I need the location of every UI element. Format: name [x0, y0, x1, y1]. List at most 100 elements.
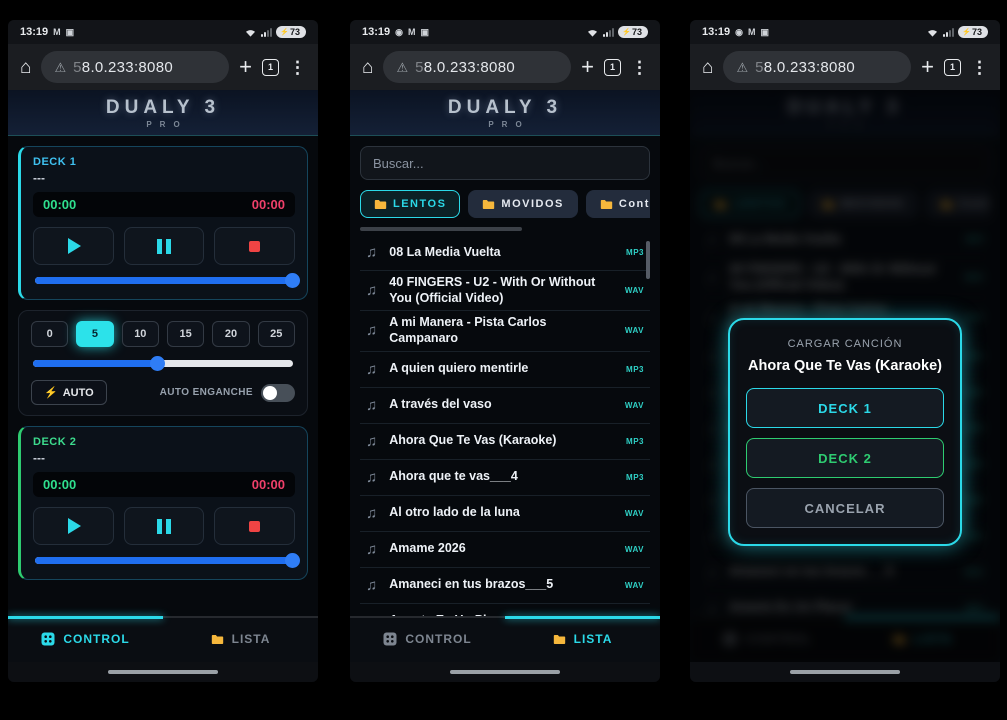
song-row[interactable]: ♫ Al otro lado de la luna WAV — [360, 496, 650, 532]
song-row[interactable]: ♫ Amarte Es Un Placer MP3 — [360, 604, 650, 617]
nav-tab-lista[interactable]: LISTA — [505, 616, 660, 662]
pause-icon — [157, 519, 171, 534]
tab-switcher-button[interactable]: 1 — [604, 59, 621, 76]
nav-tab-control[interactable]: CONTROL — [350, 616, 505, 662]
song-title: A mi Manera - Pista Carlos Campanaro — [389, 315, 613, 346]
site-warning-icon: ⚠ — [396, 61, 408, 74]
menu-icon[interactable]: ⋮ — [631, 59, 648, 76]
nav-tab-control[interactable]: CONTROL — [8, 616, 163, 662]
preset-button-20[interactable]: 20 — [212, 321, 249, 347]
song-row[interactable]: ♫ Amaneci en tus brazos___5 WAV — [360, 568, 650, 604]
nav-lista-label: LISTA — [574, 632, 613, 646]
song-title: Ahora Que Te Vas (Karaoke) — [389, 433, 614, 449]
new-tab-button[interactable]: + — [921, 56, 934, 78]
deck1-elapsed-time: 00:00 — [43, 197, 76, 212]
song-title: Amaneci en tus brazos___5 — [389, 577, 613, 593]
song-title: A quien quiero mentirle — [389, 361, 614, 377]
address-bar[interactable]: ⚠ 58.0.233:8080 — [723, 51, 911, 83]
dialog-deck1-button[interactable]: DECK 1 — [746, 388, 944, 428]
music-note-icon: ♫ — [366, 322, 377, 339]
phone-screen-control: 13:19 M ▣ ⚡73 ⌂ ⚠ 58.0.233:8080 + 1 ⋮ DU… — [8, 20, 318, 682]
app-title: DUALY 3 — [106, 97, 220, 119]
pitch-slider[interactable] — [33, 360, 293, 367]
dialog-song-name: Ahora Que Te Vas (Karaoke) — [746, 358, 944, 374]
toggle-knob — [263, 386, 277, 400]
deck1-slider-thumb[interactable] — [285, 273, 300, 288]
list-scrollbar[interactable] — [646, 241, 650, 279]
deck2-remaining-time: 00:00 — [252, 477, 285, 492]
deck1-play-button[interactable] — [33, 227, 114, 265]
dialog-cancel-button[interactable]: CANCELAR — [746, 488, 944, 528]
preset-button-25[interactable]: 25 — [258, 321, 295, 347]
preset-button-15[interactable]: 15 — [167, 321, 204, 347]
tab-contrav[interactable]: ContraV — [586, 190, 650, 218]
deck1-pause-button[interactable] — [124, 227, 205, 265]
song-row[interactable]: ♫ Ahora Que Te Vas (Karaoke) MP3 — [360, 424, 650, 460]
deck1-progress-slider[interactable] — [35, 277, 293, 284]
menu-icon[interactable]: ⋮ — [289, 59, 306, 76]
gesture-bar[interactable] — [8, 662, 318, 682]
song-format-badge: WAV — [625, 545, 644, 554]
deck2-slider-thumb[interactable] — [285, 553, 300, 568]
clock: 13:19 — [20, 26, 48, 38]
battery-indicator: ⚡73 — [618, 26, 648, 38]
deck2-track-name: --- — [33, 451, 295, 465]
dialog-title: CARGAR CANCIÓN — [746, 338, 944, 350]
deck1-time-display: 00:00 00:00 — [33, 192, 295, 217]
app-subtitle: PRO — [138, 120, 187, 129]
home-icon[interactable]: ⌂ — [20, 58, 31, 77]
tab-switcher-button[interactable]: 1 — [944, 59, 961, 76]
category-tabs: LENTOS MOVIDOS ContraV — [360, 190, 650, 218]
deck2-progress-slider[interactable] — [35, 557, 293, 564]
tabs-scrollbar[interactable] — [360, 227, 522, 231]
song-row[interactable]: ♫ 08 La Media Vuelta MP3 — [360, 235, 650, 271]
song-row[interactable]: ♫ A través del vaso WAV — [360, 388, 650, 424]
song-title: 08 La Media Vuelta — [389, 245, 614, 261]
new-tab-button[interactable]: + — [581, 56, 594, 78]
home-icon[interactable]: ⌂ — [362, 58, 373, 77]
phone-screen-modal: 13:19 ◉ M ▣ ⚡73 ⌂ ⚠ 58.0.233:8080 + 1 ⋮ … — [690, 20, 1000, 682]
song-title: Amame 2026 — [389, 541, 613, 557]
song-row[interactable]: ♫ Ahora que te vas___4 MP3 — [360, 460, 650, 496]
auto-button[interactable]: ⚡ AUTO — [31, 380, 107, 405]
song-row[interactable]: ♫ 40 FINGERS - U2 - With Or Without You … — [360, 271, 650, 311]
app-header: DUALY 3 PRO — [8, 90, 318, 136]
tab-movidos[interactable]: MOVIDOS — [468, 190, 577, 218]
nav-tab-lista[interactable]: LISTA — [163, 616, 318, 662]
gesture-bar[interactable] — [690, 662, 1000, 682]
deck2-stop-button[interactable] — [214, 507, 295, 545]
deck2-pause-button[interactable] — [124, 507, 205, 545]
folder-icon — [374, 199, 387, 210]
deck1-stop-button[interactable] — [214, 227, 295, 265]
status-bar: 13:19 ◉ M ▣ ⚡73 — [350, 20, 660, 44]
home-icon[interactable]: ⌂ — [702, 58, 713, 77]
song-row[interactable]: ♫ Amame 2026 WAV — [360, 532, 650, 568]
pitch-slider-thumb[interactable] — [150, 356, 165, 371]
deck1-track-name: --- — [33, 171, 295, 185]
song-row[interactable]: ♫ A quien quiero mentirle MP3 — [360, 352, 650, 388]
nav-lista-label: LISTA — [232, 632, 271, 646]
menu-icon[interactable]: ⋮ — [971, 59, 988, 76]
tab-lentos[interactable]: LENTOS — [360, 190, 460, 218]
load-song-dialog: CARGAR CANCIÓN Ahora Que Te Vas (Karaoke… — [728, 318, 962, 546]
deck2-play-button[interactable] — [33, 507, 114, 545]
gesture-bar[interactable] — [350, 662, 660, 682]
search-input[interactable] — [360, 146, 650, 180]
address-bar[interactable]: ⚠ 58.0.233:8080 — [383, 51, 571, 83]
preset-button-5[interactable]: 5 — [76, 321, 113, 347]
nav-control-label: CONTROL — [63, 632, 129, 646]
url-text: 8.0.233:8080 — [82, 59, 173, 76]
preset-button-10[interactable]: 10 — [122, 321, 159, 347]
address-bar[interactable]: ⚠ 58.0.233:8080 — [41, 51, 229, 83]
charging-bolt-icon: ⚡ — [280, 28, 289, 36]
preset-button-0[interactable]: 0 — [31, 321, 68, 347]
song-row[interactable]: ♫ A mi Manera - Pista Carlos Campanaro W… — [360, 311, 650, 351]
dialog-deck2-button[interactable]: DECK 2 — [746, 438, 944, 478]
signal-icon — [943, 27, 954, 37]
auto-enganche-toggle[interactable] — [261, 384, 295, 402]
tab-switcher-button[interactable]: 1 — [262, 59, 279, 76]
window-icon: ▣ — [421, 27, 430, 38]
new-tab-button[interactable]: + — [239, 56, 252, 78]
tab-label: MOVIDOS — [501, 198, 563, 210]
charging-bolt-icon: ⚡ — [622, 28, 631, 36]
